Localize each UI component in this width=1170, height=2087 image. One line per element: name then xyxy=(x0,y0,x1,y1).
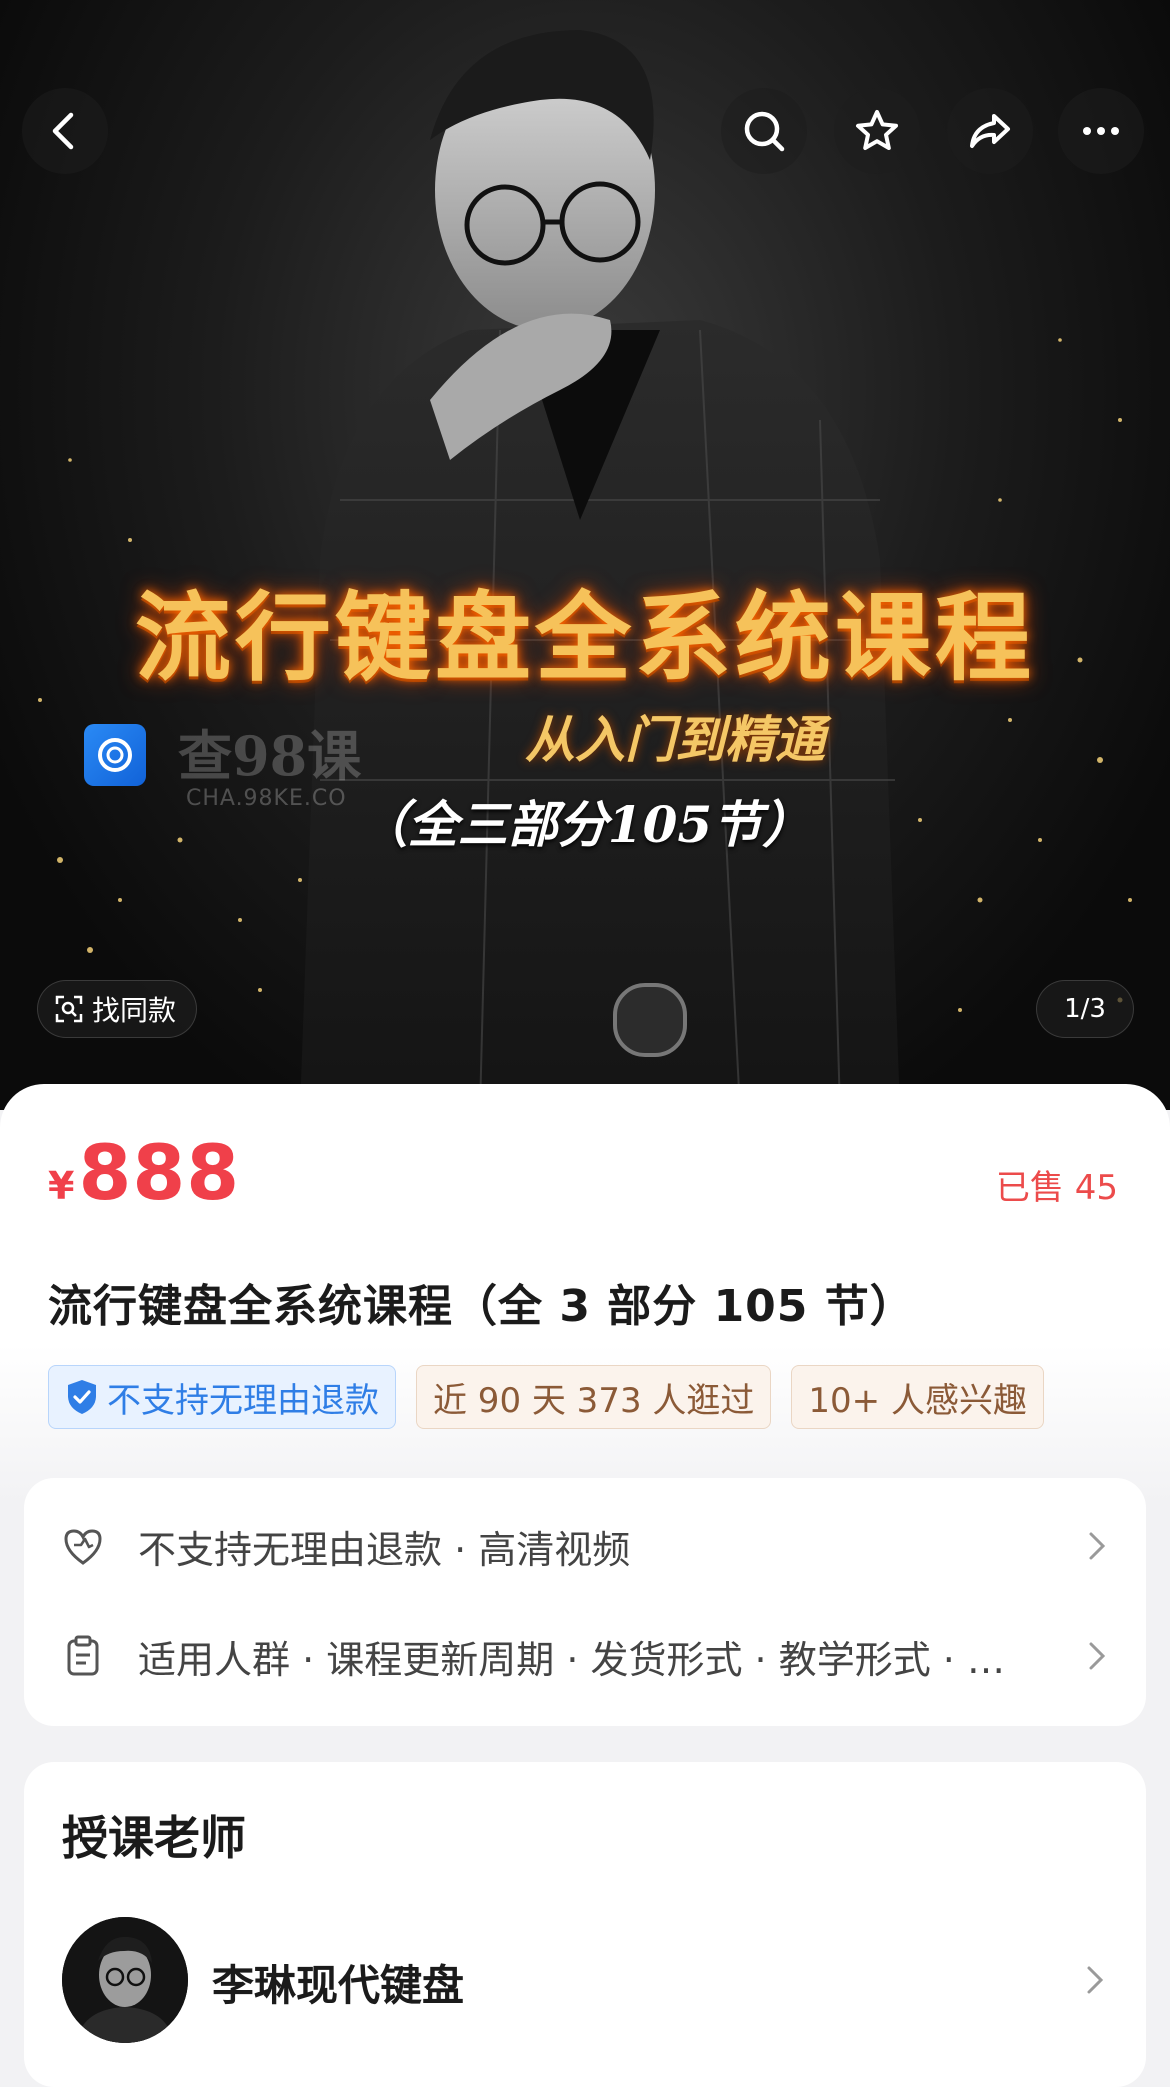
watermark-text: 查98课 xyxy=(178,724,362,788)
tag-no-refund[interactable]: 不支持无理由退款 xyxy=(48,1365,396,1429)
hero-subtitle: 从入门到精通 xyxy=(525,710,825,769)
tag-label: 不支持无理由退款 xyxy=(107,1380,379,1421)
scan-icon xyxy=(55,995,83,1023)
chevron-right-icon xyxy=(1089,1532,1106,1560)
tag-visitors: 近 90 天 373 人逛过 xyxy=(416,1365,772,1429)
search-icon xyxy=(744,111,785,152)
favorite-button[interactable] xyxy=(834,88,920,174)
sold-count: 已售 45 xyxy=(995,1168,1118,1208)
watermark-logo xyxy=(84,724,146,786)
find-similar-button[interactable]: 找同款 xyxy=(37,980,198,1038)
back-button[interactable] xyxy=(22,88,108,174)
teacher-card: 授课老师 李琳现代键盘 xyxy=(24,1762,1146,2087)
star-icon xyxy=(856,110,898,150)
back-icon xyxy=(52,112,74,150)
params-row[interactable]: 适用人群 · 课程更新周期 · 发货形式 · 教学形式 · … xyxy=(60,1626,1110,1686)
hero-title: 流行键盘全系统课程 xyxy=(135,581,1035,694)
params-text: 适用人群 · 课程更新周期 · 发货形式 · 教学形式 · … xyxy=(138,1637,1005,1682)
shield-check-icon xyxy=(68,1380,96,1414)
watermark-logo-icon xyxy=(98,738,132,772)
product-title: 流行键盘全系统课程（全 3 部分 105 节） xyxy=(48,1281,915,1332)
tag-interested: 10+ 人感兴趣 xyxy=(791,1365,1044,1429)
chevron-right-icon xyxy=(1089,1642,1106,1670)
currency-symbol: ¥ xyxy=(48,1164,75,1208)
price-value: 888 xyxy=(78,1128,241,1217)
product-page: 流行键盘全系统课程 从入门到精通 （全三部分105节） 查98课 CHA.98K… xyxy=(0,0,1170,2087)
teacher-avatar-image xyxy=(62,1917,188,2043)
service-text: 不支持无理由退款 · 高清视频 xyxy=(138,1527,631,1572)
clipboard-icon xyxy=(67,1635,99,1676)
hero-subtitle-2: （全三部分105节） xyxy=(357,795,813,854)
image-page-indicator: 1/3 xyxy=(1036,980,1134,1038)
chevron-right-icon[interactable] xyxy=(1082,1962,1108,1998)
more-icon xyxy=(1083,127,1119,135)
search-button[interactable] xyxy=(721,88,807,174)
teacher-name[interactable]: 李琳现代键盘 xyxy=(212,1952,464,2013)
service-row[interactable]: 不支持无理由退款 · 高清视频 xyxy=(60,1516,1110,1576)
teacher-avatar[interactable] xyxy=(62,1917,188,2043)
hero-image[interactable]: 流行键盘全系统课程 从入门到精通 （全三部分105节） 查98课 CHA.98K… xyxy=(0,0,1170,1110)
heart-shield-icon xyxy=(64,1529,102,1565)
watermark-url: CHA.98KE.CO xyxy=(186,786,347,811)
tag-label: 10+ 人感兴趣 xyxy=(808,1380,1027,1421)
more-button[interactable] xyxy=(1058,88,1144,174)
share-button[interactable] xyxy=(947,88,1033,174)
teacher-section-title: 授课老师 xyxy=(62,1811,246,1865)
service-info-card: 不支持无理由退款 · 高清视频 适用人群 · 课程更新周期 · 发货形式 · 教… xyxy=(24,1478,1146,1726)
share-icon xyxy=(970,114,1010,148)
tag-label: 近 90 天 373 人逛过 xyxy=(433,1380,755,1421)
find-similar-label: 找同款 xyxy=(92,994,177,1027)
price: ¥ 888 xyxy=(48,1128,240,1217)
tag-list: 不支持无理由退款 近 90 天 373 人逛过 10+ 人感兴趣 xyxy=(48,1365,1044,1429)
